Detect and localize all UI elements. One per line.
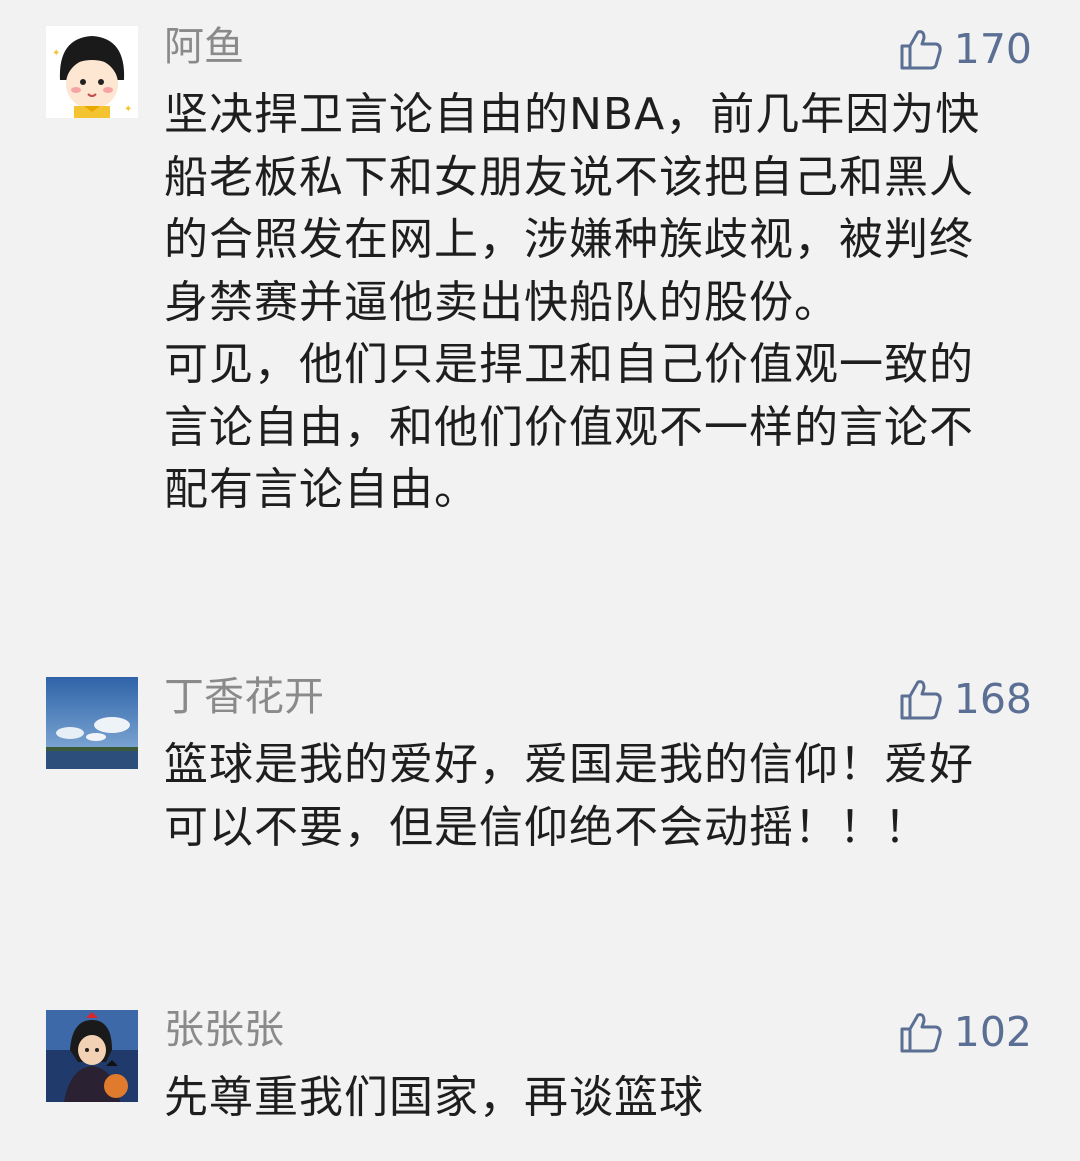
svg-text:✦: ✦ — [52, 48, 60, 59]
comment-paragraph: 先尊重我们国家，再谈篮球 — [164, 1072, 704, 1123]
comment-text: 篮球是我的爱好，爱国是我的信仰！爱好可以不要，但是信仰绝不会动摇！！！ — [164, 734, 994, 859]
avatar[interactable] — [46, 1010, 138, 1102]
thumbs-up-icon — [900, 1013, 942, 1053]
comment-paragraph: 篮球是我的爱好，爱国是我的信仰！爱好可以不要，但是信仰绝不会动摇！！！ — [164, 739, 974, 853]
witch-girl-avatar-icon — [46, 1010, 138, 1102]
thumbs-up-icon — [900, 680, 942, 720]
comment-username[interactable]: 张张张 — [164, 1005, 284, 1055]
svg-text:✦: ✦ — [124, 104, 132, 115]
comment-text: 先尊重我们国家，再谈篮球 — [164, 1067, 994, 1130]
thumbs-up-icon — [900, 30, 942, 70]
like-button[interactable]: 168 — [898, 674, 1032, 724]
like-button[interactable]: 170 — [898, 24, 1032, 74]
like-count: 102 — [953, 1008, 1032, 1056]
avatar[interactable] — [46, 677, 138, 769]
like-count: 168 — [953, 675, 1032, 723]
avatar[interactable]: ✦ ✦ — [46, 26, 138, 118]
comment-username[interactable]: 丁香花开 — [164, 672, 324, 722]
comment-text: 坚决捍卫言论自由的NBA，前几年因为快船老板私下和女朋友说不该把自己和黑人的合照… — [164, 84, 994, 522]
comment-paragraph: 坚决捍卫言论自由的NBA，前几年因为快船老板私下和女朋友说不该把自己和黑人的合照… — [164, 89, 981, 328]
sky-lake-avatar-icon — [46, 677, 138, 769]
comment-username[interactable]: 阿鱼 — [164, 22, 244, 72]
like-button[interactable]: 102 — [898, 1007, 1032, 1057]
comment-paragraph: 可见，他们只是捍卫和自己价值观一致的言论自由，和他们价值观不一样的言论不配有言论… — [164, 339, 974, 515]
like-count: 170 — [953, 25, 1032, 73]
cartoon-girl-avatar-icon: ✦ ✦ — [46, 26, 138, 118]
